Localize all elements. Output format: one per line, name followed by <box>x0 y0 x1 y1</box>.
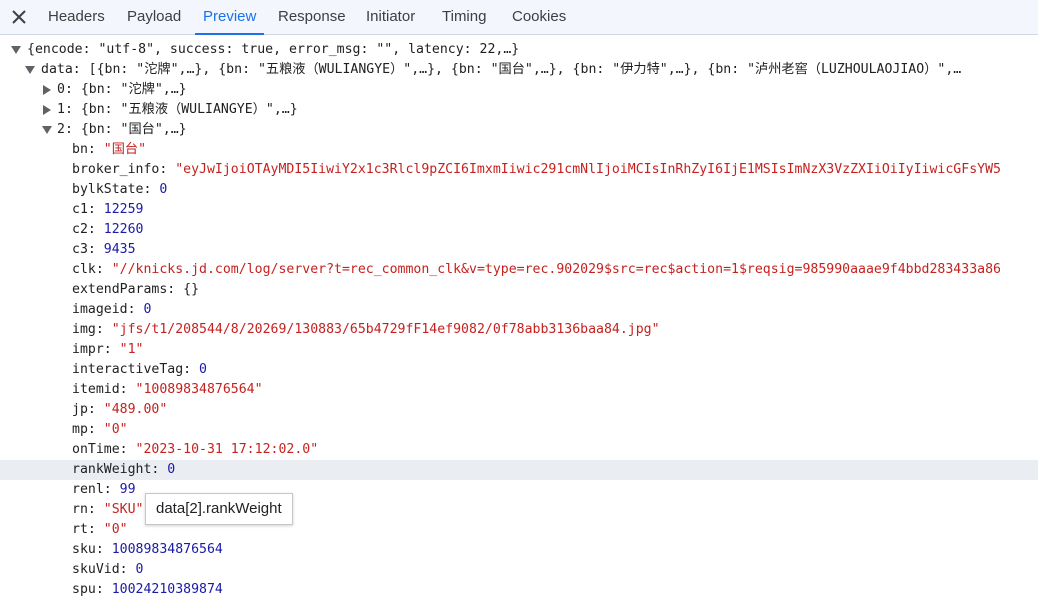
field-key: broker_info <box>72 162 160 177</box>
field-key: interactiveTag <box>72 362 184 377</box>
expand-triangle-right-icon[interactable] <box>43 80 53 100</box>
field-row-rankWeight[interactable]: rankWeight: 0 <box>0 460 1038 480</box>
field-row-broker_info[interactable]: broker_info: "eyJwIjoiOTAyMDI5IiwiY2x1c3… <box>0 160 1038 180</box>
expand-triangle-down-icon[interactable] <box>42 120 52 140</box>
field-row-impr[interactable]: impr: "1" <box>0 340 1038 360</box>
property-path-tooltip: data[2].rankWeight <box>145 493 293 525</box>
field-row-onTime[interactable]: onTime: "2023-10-31 17:12:02.0" <box>0 440 1038 460</box>
field-row-c1[interactable]: c1: 12259 <box>0 200 1038 220</box>
field-value: 12260 <box>103 222 144 237</box>
field-row-c3[interactable]: c3: 9435 <box>0 240 1038 260</box>
field-row-mp[interactable]: mp: "0" <box>0 420 1038 440</box>
field-value: 0 <box>143 302 152 317</box>
field-key: mp <box>72 422 88 437</box>
field-value: "2023-10-31 17:12:02.0" <box>135 442 319 457</box>
tree-row-root[interactable]: {encode: "utf-8", success: true, error_m… <box>0 40 1038 60</box>
field-value: 10024210389874 <box>111 582 223 597</box>
field-value: "1" <box>119 342 144 357</box>
field-key: rn <box>72 502 88 517</box>
field-key: img <box>72 322 96 337</box>
tree-row-item-0[interactable]: 0: {bn: "沱牌",…} <box>0 80 1038 100</box>
tab-response[interactable]: Response <box>278 0 346 34</box>
expand-triangle-right-icon[interactable] <box>43 100 53 120</box>
field-key: c2 <box>72 222 88 237</box>
data-summary: [{bn: "沱牌",…}, {bn: "五粮液（WULIANGYE）",…},… <box>88 62 962 77</box>
field-value: 0 <box>159 182 168 197</box>
field-key: sku <box>72 542 96 557</box>
field-key: rankWeight <box>72 462 152 477</box>
tab-preview[interactable]: Preview <box>194 0 265 35</box>
field-row-spu[interactable]: spu: 10024210389874 <box>0 580 1038 600</box>
tab-cookies[interactable]: Cookies <box>512 0 566 34</box>
field-row-sku[interactable]: sku: 10089834876564 <box>0 540 1038 560</box>
item-index: 0 <box>57 82 65 97</box>
field-key: jp <box>72 402 88 417</box>
field-row-extendParams[interactable]: extendParams: {} <box>0 280 1038 300</box>
field-key: onTime <box>72 442 120 457</box>
field-row-itemid[interactable]: itemid: "10089834876564" <box>0 380 1038 400</box>
field-row-bn[interactable]: bn: "国台" <box>0 140 1038 160</box>
field-value: 12259 <box>103 202 144 217</box>
field-key: clk <box>72 262 96 277</box>
tree-row-item-1[interactable]: 1: {bn: "五粮液（WULIANGYE）",…} <box>0 100 1038 120</box>
tree-row-item-2[interactable]: 2: {bn: "国台",…} <box>0 120 1038 140</box>
field-row-skuVid[interactable]: skuVid: 0 <box>0 560 1038 580</box>
tab-timing[interactable]: Timing <box>442 0 486 34</box>
field-key: skuVid <box>72 562 120 577</box>
tree-row-data[interactable]: data: [{bn: "沱牌",…}, {bn: "五粮液（WULIANGYE… <box>0 60 1038 80</box>
field-key: imageid <box>72 302 128 317</box>
close-icon[interactable] <box>8 6 30 28</box>
field-value: "SKU" <box>103 502 144 517</box>
field-key: c1 <box>72 202 88 217</box>
field-row-interactiveTag[interactable]: interactiveTag: 0 <box>0 360 1038 380</box>
field-value: 99 <box>119 482 136 497</box>
field-row-jp[interactable]: jp: "489.00" <box>0 400 1038 420</box>
field-value: "eyJwIjoiOTAyMDI5IiwiY2x1c3Rlcl9pZCI6Imx… <box>175 162 1001 177</box>
field-value: "10089834876564" <box>135 382 263 397</box>
item-summary: {bn: "五粮液（WULIANGYE）",…} <box>80 102 298 117</box>
field-value: "0" <box>103 522 128 537</box>
item-summary: {bn: "沱牌",…} <box>80 82 187 97</box>
field-row-imageid[interactable]: imageid: 0 <box>0 300 1038 320</box>
tab-payload[interactable]: Payload <box>127 0 181 34</box>
field-value: 9435 <box>103 242 136 257</box>
field-row-c2[interactable]: c2: 12260 <box>0 220 1038 240</box>
tab-headers[interactable]: Headers <box>48 0 105 34</box>
field-key: rt <box>72 522 88 537</box>
field-key: c3 <box>72 242 88 257</box>
field-key: bn <box>72 142 88 157</box>
root-summary: {encode: "utf-8", success: true, error_m… <box>27 42 520 57</box>
field-key: impr <box>72 342 104 357</box>
field-value: "jfs/t1/208544/8/20269/130883/65b4729fF1… <box>111 322 660 337</box>
field-key: extendParams <box>72 282 168 297</box>
data-key: data <box>41 62 73 77</box>
field-key: renl <box>72 482 104 497</box>
item-summary: {bn: "国台",…} <box>80 122 187 137</box>
field-value: 0 <box>199 362 207 377</box>
field-value: 0 <box>135 562 144 577</box>
devtools-tab-bar: Headers Payload Preview Response Initiat… <box>0 0 1038 35</box>
field-row-img[interactable]: img: "jfs/t1/208544/8/20269/130883/65b47… <box>0 320 1038 340</box>
field-row-bylkState[interactable]: bylkState: 0 <box>0 180 1038 200</box>
tab-initiator[interactable]: Initiator <box>366 0 415 34</box>
item-index: 2 <box>57 122 65 137</box>
field-key: bylkState <box>72 182 144 197</box>
expand-triangle-down-icon[interactable] <box>25 60 35 80</box>
field-key: itemid <box>72 382 120 397</box>
field-value: {} <box>183 282 200 297</box>
field-value: "0" <box>103 422 128 437</box>
field-value: 10089834876564 <box>111 542 223 557</box>
field-row-clk[interactable]: clk: "//knicks.jd.com/log/server?t=rec_c… <box>0 260 1038 280</box>
item-index: 1 <box>57 102 65 117</box>
field-value: "489.00" <box>103 402 168 417</box>
field-value: "国台" <box>103 142 147 157</box>
expand-triangle-down-icon[interactable] <box>11 40 21 60</box>
field-key: spu <box>72 582 96 597</box>
field-value: "//knicks.jd.com/log/server?t=rec_common… <box>111 262 1001 277</box>
field-value: 0 <box>167 462 176 477</box>
